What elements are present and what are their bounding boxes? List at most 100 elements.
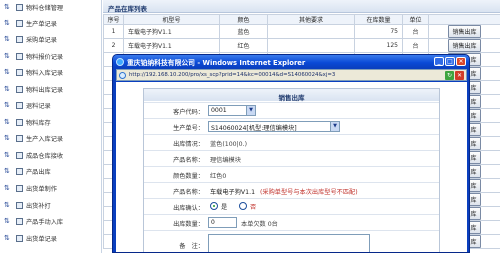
column-header: 单位 — [402, 14, 429, 25]
stop-icon[interactable]: ✕ — [455, 71, 464, 80]
table-row: 2 车载电子狗V1.1 红色 125 台 销售出库 — [103, 38, 500, 53]
refresh-icon[interactable]: ↻ — [445, 71, 454, 80]
sidebar-item-label: 物料库存 — [26, 119, 51, 127]
sidebar-item-manual-product-inbound[interactable]: ⇅ 产品手动入库 — [4, 215, 63, 227]
sidebar-item-shipping-records[interactable]: ⇅ 出货单记录 — [4, 232, 57, 244]
confirm-yes-label: 是 — [221, 204, 228, 211]
expand-arrows-icon: ⇅ — [4, 52, 10, 60]
sidebar-item-material-outbound[interactable]: ⇅ 物料出库记录 — [4, 83, 63, 95]
expand-arrows-icon: ⇅ — [4, 201, 10, 209]
sidebar-item-material-storage[interactable]: ⇅ 物料仓储管理 — [4, 1, 63, 13]
sidebar-item-material-quotes[interactable]: ⇅ 物料报价记录 — [4, 50, 63, 62]
address-bar[interactable]: http://192.168.10.200/pro/xs_scp?prid=14… — [116, 69, 467, 81]
window-title-bar[interactable]: 重庆铂纳科技有限公司 - Windows Internet Explorer _… — [113, 55, 469, 68]
page-icon — [16, 234, 23, 242]
minimize-button[interactable]: _ — [434, 57, 444, 66]
page-icon — [16, 101, 23, 109]
order-label: 生产单号： — [173, 125, 204, 132]
sales-outbound-button[interactable]: 销售出库 — [448, 25, 481, 38]
chevron-down-icon: ▼ — [246, 106, 255, 115]
table-header-row: 序号 机型号 颜色 其他要求 在库数量 单位 — [103, 14, 500, 25]
product2-label: 产品名称： — [173, 189, 204, 196]
confirm-label: 出库确认： — [173, 205, 204, 212]
sidebar: ⇅ 物料仓储管理 ⇅ 生产单记录 ⇅ 采购单记录 ⇅ 物料报价记录 ⇅ 物料入库记录 ⇅ 物… — [0, 0, 102, 253]
popup-content: 销售出库 客户代码： 0001 ▼ 生产单号： S14060024[机型:理信编模… — [116, 82, 467, 252]
page-icon — [16, 134, 23, 142]
stock-qty-cell: 125 — [354, 38, 403, 53]
order-select-value: S14060024[机型:理信编模块] — [211, 125, 297, 132]
model-cell: 车载电子狗V1.1 — [123, 38, 220, 53]
expand-arrows-icon: ⇅ — [4, 184, 10, 192]
sidebar-item-label: 物料出库记录 — [26, 86, 64, 94]
window-title: 重庆铂纳科技有限公司 - Windows Internet Explorer — [127, 59, 306, 67]
column-header: 颜色 — [219, 14, 268, 25]
column-header: 序号 — [103, 14, 124, 25]
sidebar-item-purchase-orders[interactable]: ⇅ 采购单记录 — [4, 33, 57, 45]
confirm-yes-radio[interactable] — [210, 202, 218, 210]
sidebar-item-production-inbound[interactable]: ⇅ 生产入库记录 — [4, 132, 63, 144]
page-icon — [16, 85, 23, 93]
column-header: 机型号 — [123, 14, 220, 25]
confirm-row: 出库确认： 是 否 — [144, 198, 439, 214]
sales-outbound-button[interactable]: 销售出库 — [448, 39, 481, 52]
sidebar-item-product-outbound[interactable]: ⇅ 产品出库 — [4, 165, 51, 177]
color-label: 颜色数量： — [173, 173, 204, 180]
expand-arrows-icon: ⇅ — [4, 118, 10, 126]
sidebar-item-label: 生产入库记录 — [26, 135, 64, 143]
product-value: 理信编模块 — [210, 157, 241, 164]
row-number-cell: 1 — [103, 24, 124, 39]
stock-qty-cell: 75 — [354, 24, 403, 39]
sales-outbound-form: 销售出库 客户代码： 0001 ▼ 生产单号： S14060024[机型:理信编模… — [143, 88, 440, 252]
row-number-cell: 2 — [103, 38, 124, 53]
color-value: 红色0 — [210, 173, 227, 180]
product2-name: 车载电子狗V1.1 — [210, 189, 256, 196]
notes-label: 备 注： — [179, 243, 204, 250]
customer-label: 客户代码： — [173, 109, 204, 116]
status-value: 蓝色(100|0.) — [210, 141, 248, 148]
sidebar-item-label: 物料仓储管理 — [26, 4, 64, 12]
page-icon — [16, 19, 23, 27]
customer-select[interactable]: 0001 ▼ — [208, 105, 256, 116]
notes-textarea[interactable] — [208, 234, 370, 252]
maximize-button[interactable]: □ — [445, 57, 455, 66]
product2-row: 产品名称： 车载电子狗V1.1 (采购单型号与本次出库型号不匹配) — [144, 182, 439, 198]
qty-row: 出库数量： 0 本单欠数 0台 — [144, 214, 439, 230]
ie-popup-window: 重庆铂纳科技有限公司 - Windows Internet Explorer _… — [112, 54, 470, 253]
column-header: 其他要求 — [267, 14, 355, 25]
product2-value: 车载电子狗V1.1 (采购单型号与本次出库型号不匹配) — [210, 187, 358, 196]
confirm-no-radio[interactable] — [239, 202, 247, 210]
notes-row: 备 注： — [144, 230, 439, 252]
sidebar-item-label: 生产单记录 — [26, 20, 57, 28]
order-row: 生产单号： S14060024[机型:理信编模块] ▼ — [144, 118, 439, 134]
color-cell: 红色 — [219, 38, 268, 53]
color-row: 颜色数量： 红色0 — [144, 166, 439, 182]
panel-title: 产品在库列表 — [103, 0, 500, 13]
table-row: 1 车载电子狗V1.1 蓝色 75 台 销售出库 — [103, 24, 500, 39]
sidebar-item-finished-goods-receive[interactable]: ⇅ 成品仓库接收 — [4, 149, 63, 161]
sidebar-item-returns[interactable]: ⇅ 退料记录 — [4, 99, 51, 111]
sidebar-item-shipping-reprint[interactable]: ⇅ 出货补打 — [4, 199, 51, 211]
expand-arrows-icon: ⇅ — [4, 167, 10, 175]
ie-page-icon — [119, 72, 126, 79]
column-header — [428, 14, 500, 25]
close-button[interactable]: ✕ — [456, 57, 466, 66]
qty-note: 本单欠数 0台 — [241, 221, 278, 228]
product-label: 产品名称： — [173, 157, 204, 164]
qty-input[interactable]: 0 — [208, 217, 237, 228]
form-title: 销售出库 — [144, 89, 439, 102]
chevron-down-icon: ▼ — [330, 122, 339, 131]
sidebar-item-material-stock[interactable]: ⇅ 物料库存 — [4, 116, 51, 128]
confirm-no-label: 否 — [250, 204, 257, 211]
sidebar-item-material-inbound[interactable]: ⇅ 物料入库记录 — [4, 66, 63, 78]
order-select[interactable]: S14060024[机型:理信编模块] ▼ — [208, 121, 340, 132]
sidebar-item-shipping-order-create[interactable]: ⇅ 出货单制作 — [4, 182, 57, 194]
sidebar-item-label: 采购单记录 — [26, 36, 57, 44]
page-icon — [16, 217, 23, 225]
sidebar-item-label: 物料报价记录 — [26, 53, 64, 61]
expand-arrows-icon: ⇅ — [4, 19, 10, 27]
sidebar-item-production-orders[interactable]: ⇅ 生产单记录 — [4, 17, 57, 29]
sidebar-item-label: 物料入库记录 — [26, 69, 64, 77]
unit-cell: 台 — [402, 24, 429, 39]
address-url: http://192.168.10.200/pro/xs_scp?prid=14… — [129, 72, 336, 78]
status-label: 出库情况： — [173, 141, 204, 148]
